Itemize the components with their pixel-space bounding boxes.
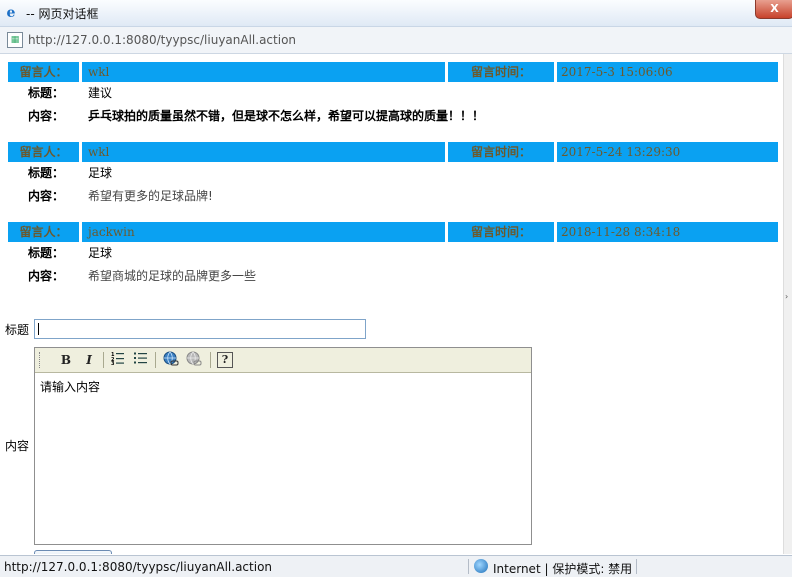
author-label: 留言人： bbox=[8, 142, 79, 162]
time-label: 留言时间： bbox=[448, 142, 554, 162]
rich-text-editor[interactable]: B I 123 ? 请输入内容 bbox=[34, 347, 532, 545]
vertical-scrollbar[interactable]: › bbox=[783, 54, 792, 554]
message-item: 留言人： jackwin 留言时间： 2018-11-28 8:34:18 标题… bbox=[8, 222, 778, 288]
editor-placeholder: 请输入内容 bbox=[40, 380, 101, 394]
author-name: wkl bbox=[82, 142, 445, 162]
ordered-list-icon[interactable]: 123 bbox=[109, 351, 127, 369]
message-content-label: 内容： bbox=[28, 269, 65, 283]
status-divider bbox=[636, 559, 637, 574]
author-label: 留言人： bbox=[8, 222, 79, 242]
message-item: 留言人： wkl 留言时间： 2017-5-3 15:06:06 标题： 建议 … bbox=[8, 62, 778, 128]
toolbar-divider bbox=[155, 352, 156, 368]
time-label: 留言时间： bbox=[448, 222, 554, 242]
globe-icon bbox=[474, 559, 488, 573]
toolbar-grip bbox=[39, 352, 42, 368]
status-divider bbox=[468, 559, 469, 574]
link-icon[interactable] bbox=[162, 351, 180, 369]
address-text: http://127.0.0.1:8080/tyypsc/liuyanAll.a… bbox=[28, 33, 297, 47]
author-name: jackwin bbox=[82, 222, 445, 242]
scroll-arrow-icon[interactable]: › bbox=[785, 292, 788, 301]
submit-button[interactable] bbox=[34, 550, 112, 554]
unlink-icon[interactable] bbox=[185, 351, 203, 369]
message-content: 希望有更多的足球品牌! bbox=[88, 189, 213, 203]
message-item: 留言人： wkl 留言时间： 2017-5-24 13:29:30 标题： 足球… bbox=[8, 142, 778, 208]
message-content-label: 内容： bbox=[28, 109, 65, 123]
status-url: http://127.0.0.1:8080/tyypsc/liuyanAll.a… bbox=[4, 560, 273, 574]
message-content: 乒乓球拍的质量虽然不错，但是球不怎么样，希望可以提高球的质量！！！ bbox=[88, 109, 485, 123]
dialog-title-bar: e -- 网页对话框 X bbox=[0, 0, 792, 27]
message-title-label: 标题： bbox=[28, 166, 65, 180]
ie-icon: e bbox=[6, 5, 16, 21]
content-field-label: 内容 bbox=[5, 439, 30, 453]
title-field-label: 标题 bbox=[5, 323, 30, 337]
security-zone: Internet | 保护模式: 禁用 bbox=[493, 562, 633, 576]
time-label: 留言时间： bbox=[448, 62, 554, 82]
unordered-list-icon[interactable] bbox=[132, 351, 150, 369]
message-content: 希望商城的足球的品牌更多一些 bbox=[88, 269, 257, 283]
text-caret bbox=[38, 323, 39, 335]
title-input[interactable] bbox=[34, 319, 366, 339]
message-title-label: 标题： bbox=[28, 86, 65, 100]
dialog-title: -- 网页对话框 bbox=[26, 7, 99, 21]
italic-button[interactable]: I bbox=[80, 351, 98, 369]
message-title: 足球 bbox=[88, 246, 113, 260]
message-title-label: 标题： bbox=[28, 246, 65, 260]
message-header: 留言人： jackwin 留言时间： 2018-11-28 8:34:18 bbox=[8, 222, 778, 242]
bold-button[interactable]: B bbox=[57, 351, 75, 369]
message-time: 2018-11-28 8:34:18 bbox=[557, 222, 778, 242]
close-button[interactable]: X bbox=[755, 0, 792, 19]
message-title: 足球 bbox=[88, 166, 113, 180]
message-content-label: 内容： bbox=[28, 189, 65, 203]
message-header: 留言人： wkl 留言时间： 2017-5-24 13:29:30 bbox=[8, 142, 778, 162]
toolbar-divider bbox=[210, 352, 211, 368]
help-button[interactable]: ? bbox=[217, 352, 233, 368]
address-bar: ▦ http://127.0.0.1:8080/tyypsc/liuyanAll… bbox=[0, 27, 792, 54]
svg-text:3: 3 bbox=[111, 361, 115, 365]
message-header: 留言人： wkl 留言时间： 2017-5-3 15:06:06 bbox=[8, 62, 778, 82]
message-list-area: 留言人： wkl 留言时间： 2017-5-3 15:06:06 标题： 建议 … bbox=[0, 54, 782, 554]
toolbar-divider bbox=[103, 352, 104, 368]
message-time: 2017-5-3 15:06:06 bbox=[557, 62, 778, 82]
page-icon: ▦ bbox=[7, 32, 23, 48]
message-title: 建议 bbox=[88, 86, 113, 100]
message-time: 2017-5-24 13:29:30 bbox=[557, 142, 778, 162]
author-label: 留言人： bbox=[8, 62, 79, 82]
editor-toolbar: B I 123 ? bbox=[35, 348, 531, 373]
status-bar: http://127.0.0.1:8080/tyypsc/liuyanAll.a… bbox=[0, 555, 792, 577]
author-name: wkl bbox=[82, 62, 445, 82]
